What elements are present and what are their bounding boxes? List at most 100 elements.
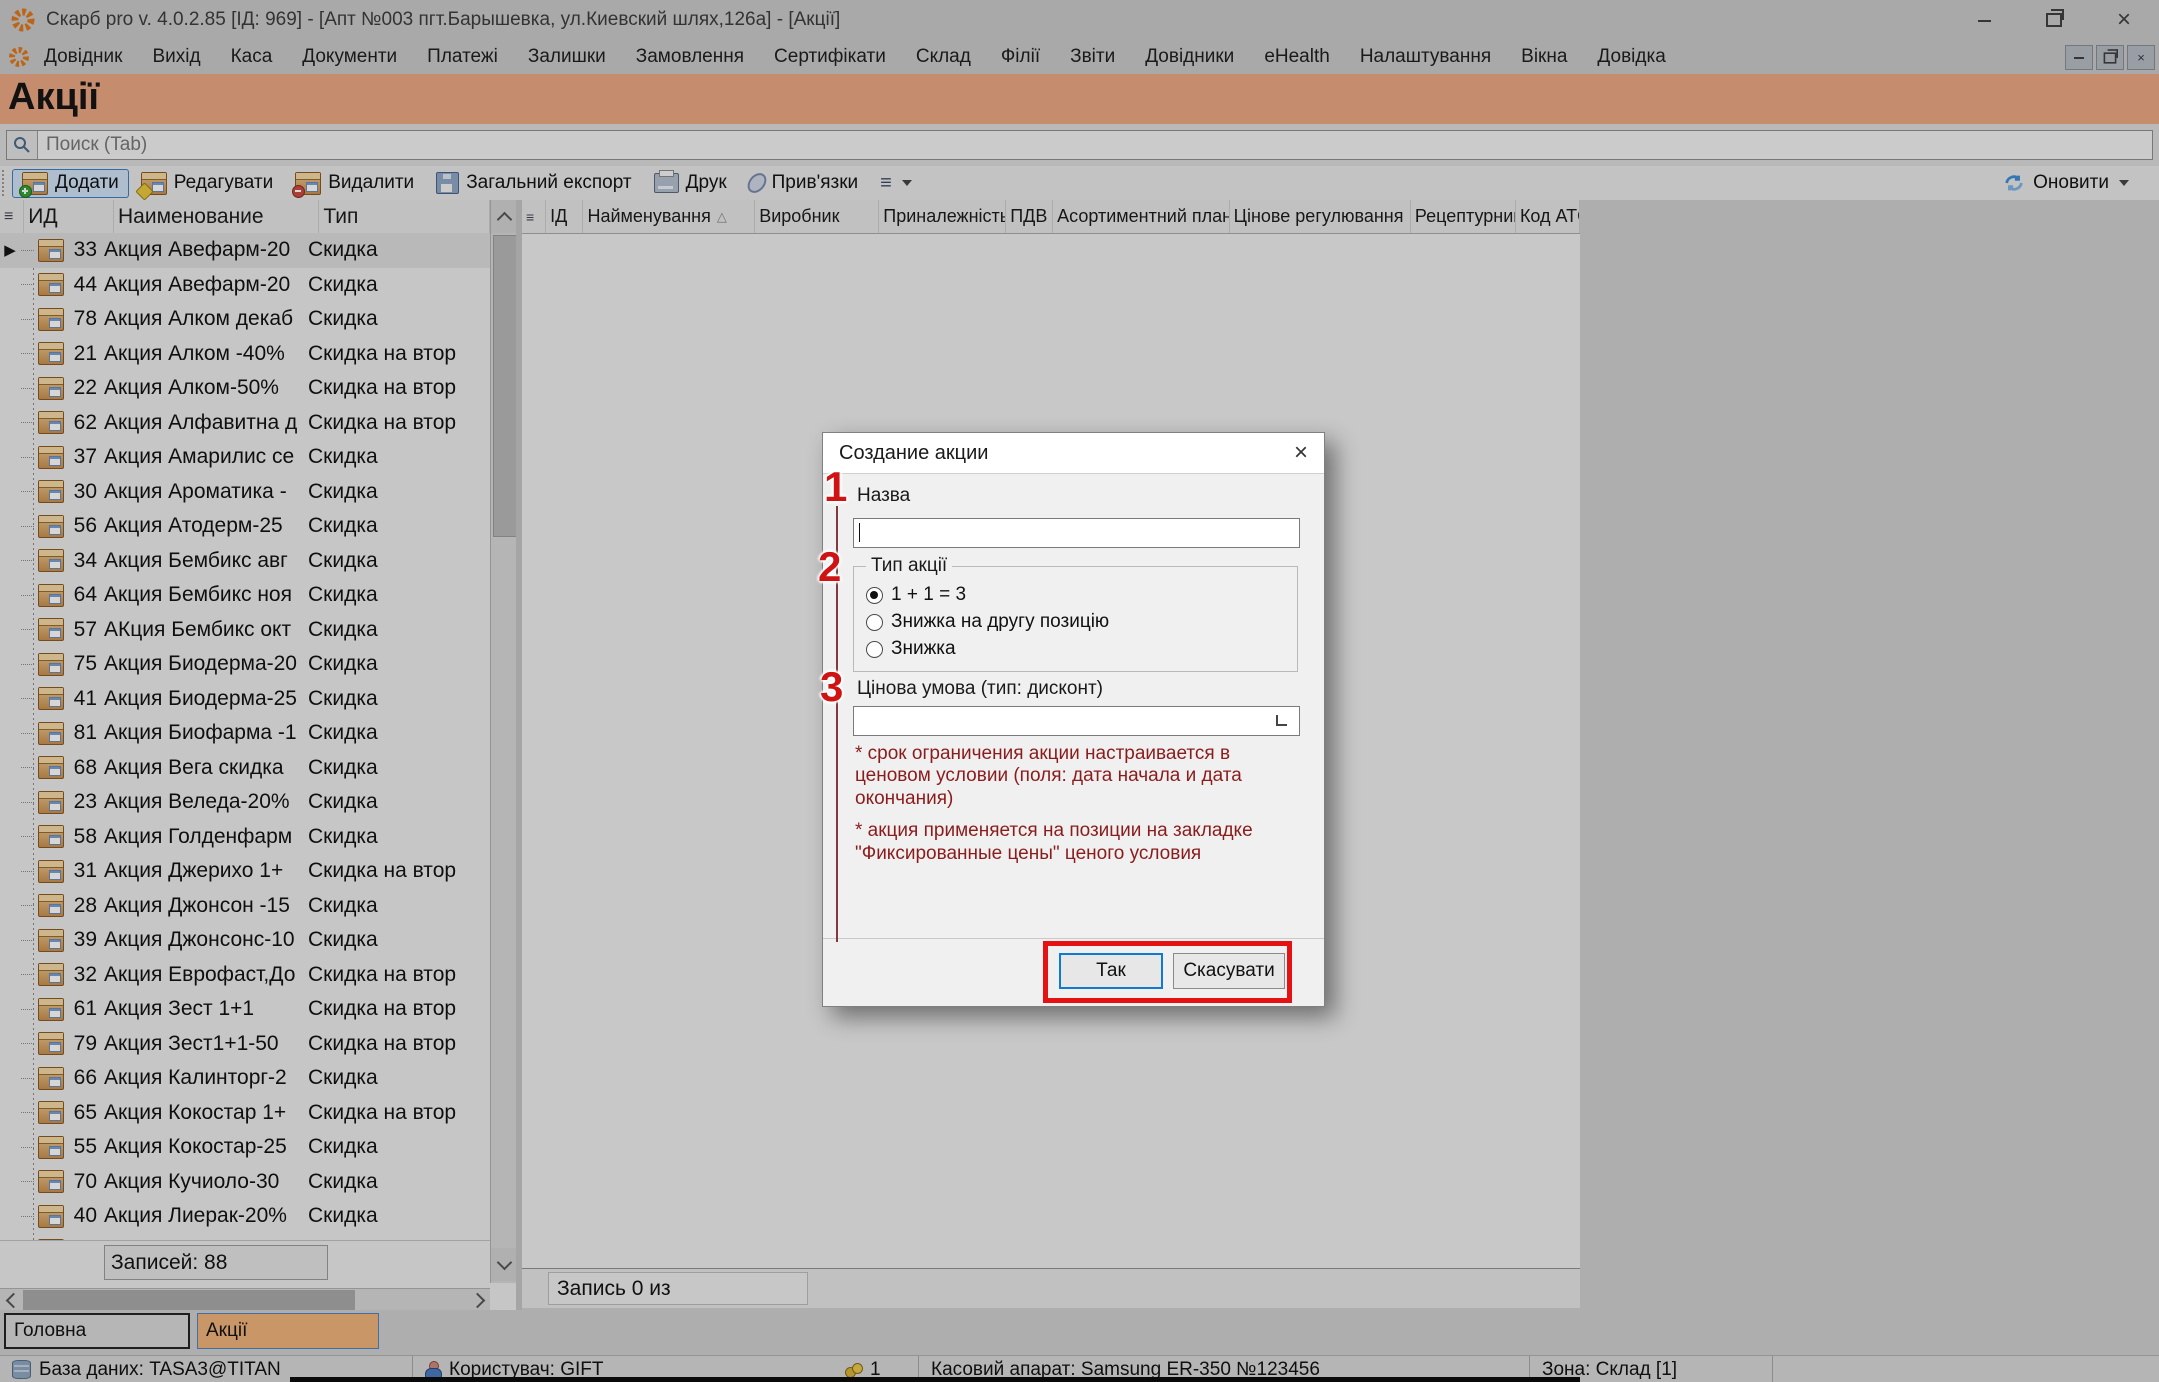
table-row[interactable]: ▶33Акция Авефарм-20Скидка	[0, 233, 490, 268]
menu-item-Вихід[interactable]: Вихід	[152, 46, 200, 68]
add-button[interactable]: Додати	[12, 169, 129, 198]
radio-option[interactable]: 1 + 1 = 3	[866, 583, 966, 607]
export-button[interactable]: Загальний експорт	[426, 169, 641, 197]
mdi-restore-button[interactable]	[2096, 45, 2124, 70]
table-row[interactable]: 78Акция Алком декабСкидка	[0, 302, 490, 337]
annotation-rectangle	[1043, 941, 1292, 1003]
table-row[interactable]: 56Акция Атодерм-25Скидка	[0, 509, 490, 544]
table-row[interactable]: 57АКция Бембикс октСкидка	[0, 613, 490, 648]
radio-option[interactable]: Знижка на другу позицію	[866, 610, 1109, 634]
radio-option[interactable]: Знижка	[866, 637, 956, 661]
menu-item-Залишки[interactable]: Залишки	[528, 46, 606, 68]
menu-item-Документи[interactable]: Документи	[302, 46, 397, 68]
menu-item-Довідка[interactable]: Довідка	[1597, 46, 1665, 68]
close-button[interactable]: ×	[2089, 0, 2159, 40]
list-options-button[interactable]: ≡	[870, 170, 922, 196]
radio-icon[interactable]	[866, 614, 883, 631]
menu-item-eHealth[interactable]: eHealth	[1264, 46, 1330, 68]
menu-item-Платежі[interactable]: Платежі	[427, 46, 498, 68]
menu-item-Налаштування[interactable]: Налаштування	[1360, 46, 1491, 68]
table-row[interactable]: 81Акция Биофарма -1Скидка	[0, 716, 490, 751]
table-row[interactable]: 28Акция Джонсон -15Скидка	[0, 889, 490, 924]
table-row[interactable]: 70Акция Кучиоло-30Скидка	[0, 1165, 490, 1200]
bindings-button[interactable]: Прив'язки	[739, 169, 868, 197]
dialog-close-button[interactable]: ×	[1278, 433, 1324, 473]
column-header[interactable]: Наименование	[114, 200, 319, 233]
menu-item-Каса[interactable]: Каса	[231, 46, 273, 68]
cell-id: 40	[67, 1204, 97, 1228]
table-row[interactable]: 79Акция Зест1+1-50Скидка на втор	[0, 1027, 490, 1062]
tab-main[interactable]: Головна	[4, 1313, 190, 1349]
restore-button[interactable]	[2019, 0, 2089, 40]
column-header[interactable]: ИД	[24, 200, 114, 233]
menu-item-Звіти[interactable]: Звіти	[1070, 46, 1115, 68]
tab-promotions[interactable]: Акції	[197, 1313, 379, 1349]
table-row[interactable]: 22Акция Алком-50%Скидка на втор	[0, 371, 490, 406]
table-row[interactable]: 75Акция Биодерма-20Скидка	[0, 647, 490, 682]
table-row[interactable]: 65Акция Кокостар 1+Скидка на втор	[0, 1096, 490, 1131]
promotion-icon	[34, 998, 67, 1021]
scroll-up-button[interactable]	[491, 200, 517, 233]
radio-icon[interactable]	[866, 641, 883, 658]
edit-button[interactable]: Редагувати	[131, 169, 283, 198]
table-row[interactable]: 66Акция Калинторг-2Скидка	[0, 1061, 490, 1096]
vertical-scrollbar[interactable]	[490, 200, 517, 1283]
search-input[interactable]	[38, 133, 2152, 157]
table-row[interactable]: 21Акция Алком -40%Скидка на втор	[0, 337, 490, 372]
menu-item-Довідник[interactable]: Довідник	[44, 46, 122, 68]
scroll-left-button[interactable]	[0, 1289, 22, 1312]
radio-selected-icon[interactable]	[866, 587, 883, 604]
column-chooser-icon[interactable]: ≡	[522, 200, 546, 233]
table-row[interactable]: 37Акция Амарилис сеСкидка	[0, 440, 490, 475]
scroll-right-button[interactable]	[468, 1289, 490, 1312]
menu-item-Склад[interactable]: Склад	[916, 46, 971, 68]
scroll-down-button[interactable]	[491, 1248, 517, 1281]
table-row[interactable]: 55Акция Кокостар-25Скидка	[0, 1130, 490, 1165]
table-row[interactable]: 61Акция Зест 1+1Скидка на втор	[0, 992, 490, 1027]
delete-button[interactable]: Видалити	[285, 169, 424, 198]
column-header[interactable]: ПДВ	[1006, 200, 1053, 233]
table-row[interactable]: 31Акция Джерихо 1+Скидка на втор	[0, 854, 490, 889]
menu-item-Довідники[interactable]: Довідники	[1145, 46, 1234, 68]
scrollbar-thumb[interactable]	[23, 1290, 355, 1311]
menu-item-Сертифікати[interactable]: Сертифікати	[774, 46, 886, 68]
table-row[interactable]: 30Акция Ароматика -Скидка	[0, 475, 490, 510]
table-row[interactable]: 34Акция Бембикс авгСкидка	[0, 544, 490, 579]
column-header[interactable]: Тип	[319, 200, 490, 233]
table-row[interactable]: 23Акция Веледа-20%Скидка	[0, 785, 490, 820]
column-header[interactable]: Цінове регулювання	[1230, 200, 1411, 233]
column-header[interactable]: Код АТС	[1516, 200, 1580, 233]
box-icon	[38, 653, 64, 676]
table-row[interactable]: 44Акция Авефарм-20Скидка	[0, 268, 490, 303]
scrollbar-thumb[interactable]	[493, 235, 517, 537]
column-chooser-icon[interactable]: ≡	[0, 200, 24, 233]
column-header[interactable]: Приналежність	[879, 200, 1006, 233]
menu-item-Замовлення[interactable]: Замовлення	[636, 46, 744, 68]
table-row[interactable]: 68Акция Вега скидкаСкидка	[0, 751, 490, 786]
price-condition-select[interactable]	[853, 706, 1300, 736]
search-button[interactable]	[7, 131, 38, 159]
column-header[interactable]: Рецептурний	[1411, 200, 1516, 233]
column-header[interactable]: ІД	[546, 200, 583, 233]
minimize-button[interactable]	[1949, 0, 2019, 40]
menu-item-Філії[interactable]: Філії	[1001, 46, 1040, 68]
cell-id: 41	[67, 687, 97, 711]
print-button[interactable]: Друк	[644, 169, 737, 197]
column-header[interactable]: Найменування△	[583, 200, 755, 233]
refresh-button[interactable]: Оновити	[2002, 166, 2129, 200]
table-row[interactable]: 40Акция Лиерак-20%Скидка	[0, 1199, 490, 1234]
table-row[interactable]: 64Акция Бембикс нояСкидка	[0, 578, 490, 613]
table-row[interactable]: 62Акция Алфавитна дСкидка на втор	[0, 406, 490, 441]
column-header[interactable]: Асортиментний план	[1053, 200, 1230, 233]
name-field[interactable]	[853, 518, 1300, 548]
table-row[interactable]: 39Акция Джонсонс-10Скидка	[0, 923, 490, 958]
table-row[interactable]: 58Акция ГолденфармСкидка	[0, 820, 490, 855]
column-header[interactable]: Виробник	[755, 200, 879, 233]
mdi-minimize-button[interactable]	[2065, 45, 2093, 70]
menu-item-Вікна[interactable]: Вікна	[1521, 46, 1567, 68]
table-row[interactable]: 41Акция Биодерма-25Скидка	[0, 682, 490, 717]
table-row[interactable]: 32Акция Еврофаст,ДоСкидка на втор	[0, 958, 490, 993]
cell-type: Скидка	[308, 307, 480, 331]
mdi-close-button[interactable]: ×	[2127, 45, 2155, 70]
promotion-icon	[34, 929, 67, 952]
